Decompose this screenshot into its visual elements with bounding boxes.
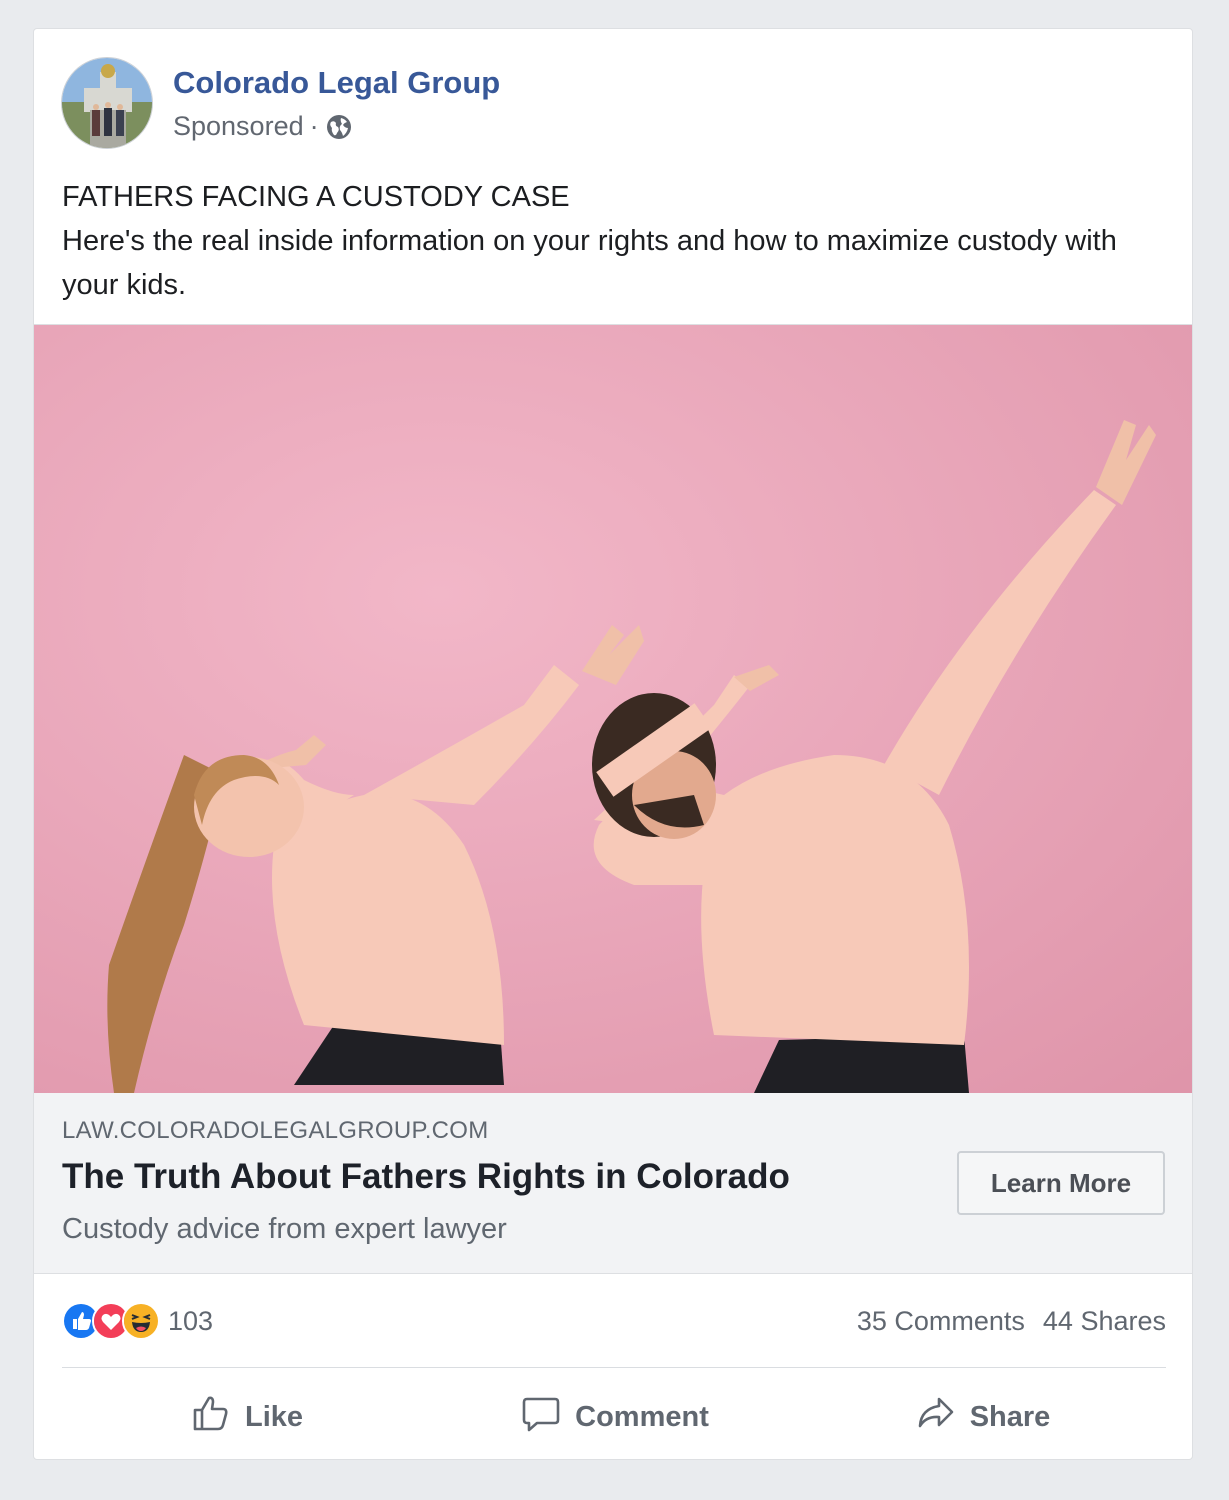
link-description: Custody advice from expert lawyer	[62, 1213, 507, 1245]
comment-share-counts: 35 Comments 44 Shares	[857, 1297, 1166, 1345]
comments-count[interactable]: 35 Comments	[857, 1306, 1025, 1337]
ad-hero-image[interactable]	[34, 324, 1192, 1094]
post-actions: Like Comment Share	[62, 1381, 1166, 1453]
like-button[interactable]: Like	[62, 1381, 430, 1453]
page-name-link[interactable]: Colorado Legal Group	[173, 65, 500, 101]
comment-label: Comment	[575, 1400, 709, 1433]
post-body-line: Here's the real inside information on yo…	[62, 225, 1117, 301]
thumbs-up-icon	[189, 1391, 233, 1443]
sponsored-label[interactable]: Sponsored	[173, 111, 304, 142]
post-body-text: FATHERS FACING A CUSTODY CASE Here's the…	[62, 175, 1162, 307]
link-title[interactable]: The Truth About Fathers Rights in Colora…	[62, 1157, 790, 1197]
reactions-summary[interactable]: 103	[62, 1297, 213, 1345]
actions-divider	[62, 1367, 1166, 1368]
comment-bubble-icon	[519, 1391, 563, 1443]
comment-button[interactable]: Comment	[430, 1381, 798, 1453]
post-headline-line: FATHERS FACING A CUSTODY CASE	[62, 181, 570, 213]
shares-count[interactable]: 44 Shares	[1043, 1306, 1166, 1337]
meta-separator: ·	[309, 111, 319, 141]
page-avatar[interactable]	[61, 57, 153, 149]
haha-reaction-icon	[122, 1302, 160, 1340]
share-label: Share	[969, 1400, 1051, 1433]
post-header: Colorado Legal Group Sponsored ·	[61, 57, 1161, 149]
link-preview[interactable]: LAW.COLORADOLEGALGROUP.COM The Truth Abo…	[34, 1093, 1192, 1274]
globe-icon	[325, 113, 353, 141]
sponsored-post-card: Colorado Legal Group Sponsored · FATHERS…	[33, 28, 1193, 1460]
link-domain: LAW.COLORADOLEGALGROUP.COM	[62, 1117, 489, 1144]
share-button[interactable]: Share	[798, 1381, 1166, 1453]
engagement-stats: 103 35 Comments 44 Shares	[62, 1297, 1166, 1345]
post-meta: Sponsored ·	[173, 111, 353, 142]
like-label: Like	[244, 1400, 304, 1433]
share-arrow-icon	[914, 1391, 958, 1443]
reaction-count: 103	[168, 1305, 214, 1336]
learn-more-button[interactable]: Learn More	[957, 1151, 1165, 1215]
